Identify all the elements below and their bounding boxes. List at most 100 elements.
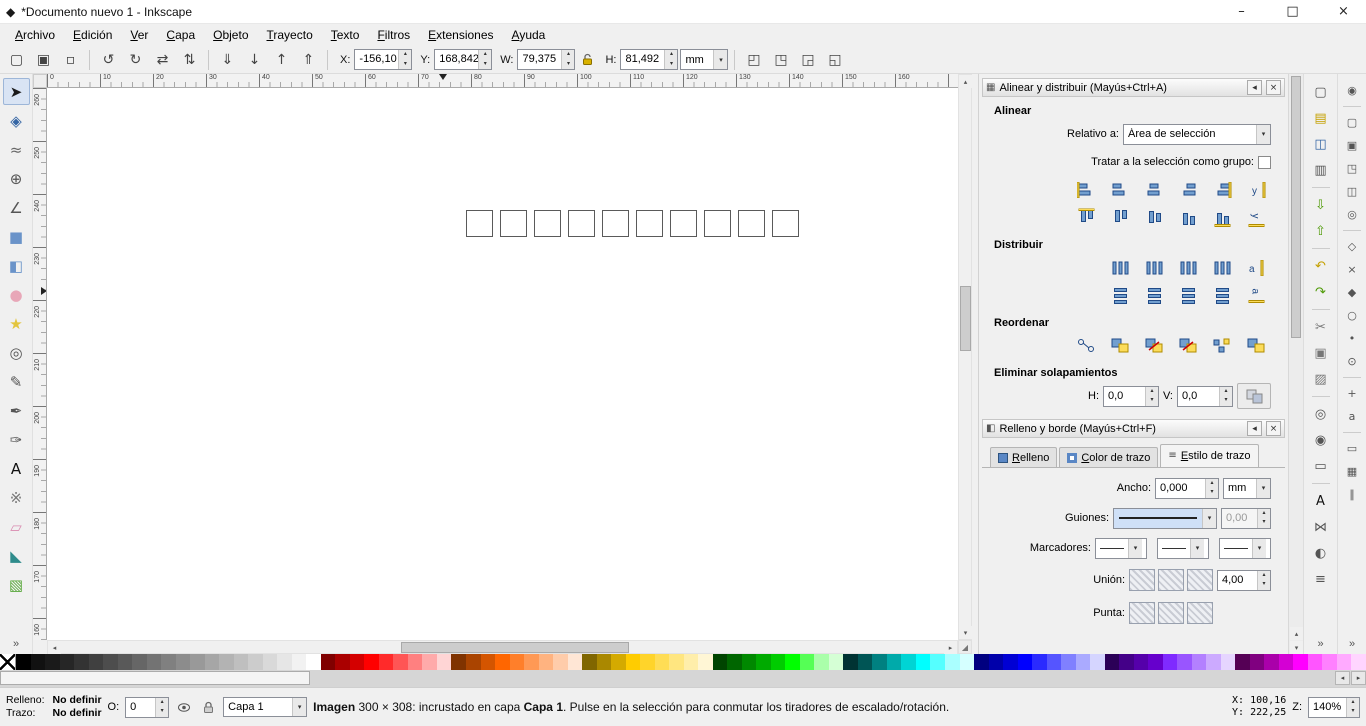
canvas-square[interactable] <box>568 210 595 237</box>
palette-swatch[interactable] <box>74 654 89 670</box>
palette-swatch[interactable] <box>103 654 118 670</box>
round-join[interactable] <box>1158 569 1184 591</box>
menu-objeto[interactable]: Objeto <box>204 25 257 45</box>
round-cap[interactable] <box>1158 602 1184 624</box>
snap-bounding-box[interactable]: ▢ <box>1342 112 1363 133</box>
relative-to-dropdown[interactable]: Área de selección ▾ <box>1123 123 1271 145</box>
xml-editor[interactable]: ⋈ <box>1308 515 1333 539</box>
palette-swatch[interactable] <box>1264 654 1279 670</box>
palette-swatch[interactable] <box>1104 654 1120 670</box>
open-document[interactable]: ▤ <box>1308 106 1333 130</box>
palette-swatch[interactable] <box>1032 654 1047 670</box>
width-spin-buttons[interactable]: ▴ ▾ <box>561 50 575 69</box>
snap-bbox-centers[interactable]: ◎ <box>1342 204 1363 225</box>
raise-one-step[interactable]: ↑ <box>269 48 294 72</box>
palette-swatch[interactable] <box>785 654 800 670</box>
text-anchor-vertical[interactable]: y <box>1241 205 1271 231</box>
align-panel-close-button[interactable]: × <box>1266 80 1281 95</box>
vertical-scrollbar[interactable]: ▴ ▾ <box>958 74 972 640</box>
snap-nodes[interactable]: ◇ <box>1342 236 1363 257</box>
select-all[interactable]: ▢ <box>4 48 29 72</box>
palette-swatch[interactable] <box>117 654 133 670</box>
dash-offset-spin-buttons[interactable]: ▴ ▾ <box>1257 508 1270 528</box>
tool-rectangle[interactable]: ■ <box>3 223 30 250</box>
distribute-centers-vertically[interactable] <box>1139 283 1169 309</box>
palette-swatch[interactable] <box>727 654 742 670</box>
palette-swatch[interactable] <box>640 654 655 670</box>
vertical-scroll-thumb[interactable] <box>960 286 971 351</box>
zoom-to-drawing[interactable]: ◉ <box>1308 428 1333 452</box>
save-document[interactable]: ◫ <box>1308 132 1333 156</box>
palette-swatch[interactable] <box>219 654 234 670</box>
tool-bezier-pen[interactable]: ✒ <box>3 397 30 424</box>
commands-bar-overflow-button[interactable]: » <box>1317 638 1323 650</box>
palette-swatch[interactable] <box>306 654 321 670</box>
palette-swatch[interactable] <box>756 654 771 670</box>
palette-swatch[interactable] <box>974 654 989 670</box>
menu-edicion[interactable]: Edición <box>64 25 121 45</box>
tool-node-editor[interactable]: ◈ <box>3 107 30 134</box>
snap-bbox-edges[interactable]: ▣ <box>1342 135 1363 156</box>
toolbox-overflow-button[interactable]: » <box>13 638 19 650</box>
close-button[interactable]: × <box>1321 0 1366 23</box>
tool-ellipse[interactable]: ● <box>3 281 30 308</box>
palette-swatch[interactable] <box>88 654 104 670</box>
dock-scroll-thumb[interactable] <box>1291 76 1301 338</box>
align-top-edges[interactable] <box>1105 205 1135 231</box>
tool-tweak[interactable]: ≈ <box>3 136 30 163</box>
flip-vertical[interactable]: ⇅ <box>177 48 202 72</box>
align-right-edges-to-left-anchor[interactable] <box>1071 177 1101 203</box>
palette-swatch[interactable] <box>1075 654 1091 670</box>
copy[interactable]: ▣ <box>1308 341 1333 365</box>
palette-swatch[interactable] <box>1046 654 1062 670</box>
remove-overlaps-button[interactable] <box>1237 383 1271 409</box>
zoom-to-page[interactable]: ▭ <box>1308 454 1333 478</box>
palette-swatch[interactable] <box>611 654 626 670</box>
scroll-right-arrow[interactable]: ▸ <box>944 641 957 654</box>
undo[interactable]: ↶ <box>1308 254 1333 278</box>
palette-swatch[interactable] <box>843 654 858 670</box>
palette-swatch[interactable] <box>422 654 437 670</box>
canvas-square[interactable] <box>534 210 561 237</box>
layer-visibility-eye-icon[interactable] <box>175 698 193 716</box>
palette-swatch[interactable] <box>1133 654 1149 670</box>
canvas-square[interactable] <box>772 210 799 237</box>
palette-swatch[interactable] <box>451 654 466 670</box>
overlap-h-spinbox[interactable]: 0,0 ▴ ▾ <box>1103 385 1159 407</box>
rotate-90-cw[interactable]: ↻ <box>123 48 148 72</box>
snap-bbox-edge-midpoints[interactable]: ◫ <box>1342 181 1363 202</box>
palette-swatch[interactable] <box>161 654 176 670</box>
palette-swatch[interactable] <box>1235 654 1250 670</box>
import-image[interactable]: ⇩ <box>1308 193 1333 217</box>
distribute-text-anchors-horizontally[interactable]: a <box>1241 255 1271 281</box>
miter-limit-value[interactable]: 4,00 <box>1218 571 1257 590</box>
palette-swatch[interactable] <box>1119 654 1134 670</box>
miter-limit-spin-buttons[interactable]: ▴ ▾ <box>1257 570 1270 590</box>
snap-bar-overflow-button[interactable]: » <box>1349 638 1355 650</box>
snap-rotation-centers[interactable]: + <box>1342 383 1363 404</box>
overlap-v-value[interactable]: 0,0 <box>1178 387 1219 406</box>
stroke-width-units-dropdown[interactable]: mm ▾ <box>1223 477 1271 499</box>
palette-swatch[interactable] <box>1162 654 1178 670</box>
width-spinbox[interactable]: 79,375 ▴ ▾ <box>517 49 576 70</box>
maximize-button[interactable]: □ <box>1270 0 1315 23</box>
scroll-up-arrow[interactable]: ▴ <box>959 75 972 88</box>
move-gradients-toggle[interactable]: ◳ <box>768 48 793 72</box>
distribute-right-edges[interactable] <box>1173 255 1203 281</box>
canvas-square[interactable] <box>670 210 697 237</box>
zoom-to-selection[interactable]: ◎ <box>1308 402 1333 426</box>
canvas-square[interactable] <box>602 210 629 237</box>
tool-paint-bucket[interactable]: ◣ <box>3 542 30 569</box>
palette-swatch[interactable] <box>393 654 408 670</box>
palette-swatch[interactable] <box>291 654 307 670</box>
palette-swatch[interactable] <box>465 654 481 670</box>
tab-stroke-style[interactable]: ≡ Estilo de trazo <box>1160 444 1259 467</box>
tab-fill[interactable]: Relleno <box>990 447 1058 467</box>
palette-swatch[interactable] <box>828 654 844 670</box>
align-bottom-to-top-anchor[interactable] <box>1071 205 1101 231</box>
menu-texto[interactable]: Texto <box>322 25 369 45</box>
center-on-vertical-axis[interactable] <box>1139 177 1169 203</box>
palette-swatch[interactable] <box>1322 654 1337 670</box>
tool-box-3d[interactable]: ◧ <box>3 252 30 279</box>
align-panel-collapse-button[interactable]: ◂ <box>1247 80 1262 95</box>
